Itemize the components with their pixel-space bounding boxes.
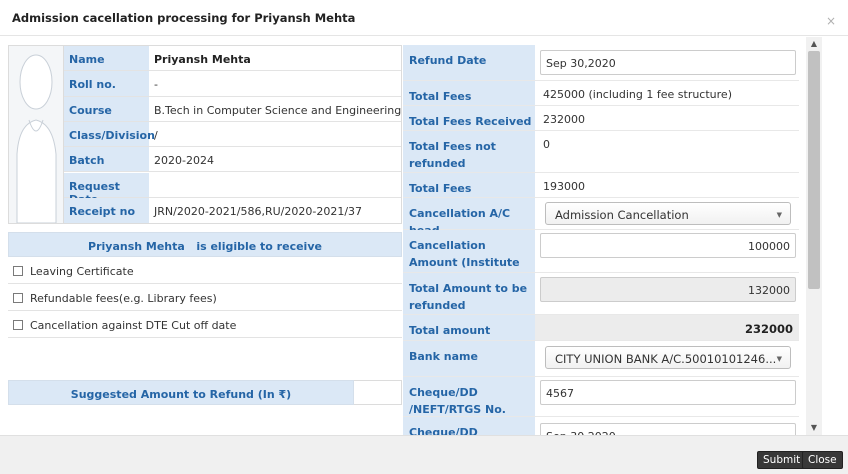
modal-header: Admission cacellation processing for Pri… (0, 0, 848, 36)
suggested-refund-label: Suggested Amount to Refund (In ₹) (8, 380, 354, 405)
total-fees-row: Total Fees 425000 (including 1 fee struc… (403, 81, 799, 106)
student-profile-table: Name Priyansh Mehta Roll no. - Course B.… (8, 45, 402, 224)
ac-head-selected: Admission Cancellation (555, 208, 689, 222)
receivable-value: 193000 (543, 180, 585, 193)
course-value: B.Tech in Computer Science and Engineeri… (154, 103, 401, 117)
eligibility-item-refundable-fees[interactable]: Refundable fees(e.g. Library fees) (8, 284, 402, 311)
profile-row-batch: Batch 2020-2024 (64, 147, 401, 173)
cheque-date-row: Cheque/DD Sep 30,2020 (403, 417, 799, 435)
suggested-refund-value (354, 380, 402, 405)
receipt-label: Receipt no (64, 197, 149, 224)
refund-date-row: Refund Date Sep 30,2020 (403, 45, 799, 81)
class-value: / (154, 128, 158, 142)
modal-body: Name Priyansh Mehta Roll no. - Course B.… (0, 37, 806, 435)
profile-row-name: Name Priyansh Mehta (64, 46, 401, 72)
leaving-certificate-checkbox[interactable] (13, 266, 23, 276)
total-amount-row: Total amount 232000 (403, 315, 799, 341)
eligibility-item-dte-cutoff[interactable]: Cancellation against DTE Cut off date (8, 311, 402, 338)
submit-button[interactable]: Submit (757, 451, 807, 469)
leaving-certificate-label: Leaving Certificate (30, 265, 134, 278)
eligibility-heading: Priyansh Mehta is eligible to receive (8, 232, 402, 257)
refund-date-label: Refund Date (403, 45, 535, 80)
not-refunded-label: Total Fees not refunded (403, 131, 535, 172)
profile-row-class: Class/Division / (64, 121, 401, 148)
cheque-no-input[interactable]: 4567 (540, 380, 796, 405)
caret-down-icon: ▼ (776, 211, 782, 219)
to-refund-row: Total Amount to be refunded 132000 (403, 273, 799, 315)
ac-head-select[interactable]: Admission Cancellation ▼ (545, 202, 791, 225)
cheque-date-input[interactable]: Sep 30,2020 (540, 423, 796, 435)
name-label: Name (64, 46, 149, 71)
cancel-amount-input[interactable]: 100000 (540, 233, 796, 258)
avatar (9, 46, 64, 224)
caret-down-icon: ▼ (776, 355, 782, 363)
scroll-thumb[interactable] (808, 51, 820, 289)
batch-label: Batch (64, 147, 149, 172)
total-fees-value: 425000 (including 1 fee structure) (543, 88, 732, 101)
total-amount-value: 232000 (535, 315, 799, 340)
receipt-value: JRN/2020-2021/586,RU/2020-2021/37 (154, 204, 363, 218)
request-date-value (149, 173, 401, 197)
eligibility-section: Priyansh Mehta is eligible to receive Le… (8, 232, 402, 340)
profile-row-roll: Roll no. - (64, 71, 401, 97)
arrow-down-icon[interactable]: ▼ (806, 421, 822, 435)
dte-cutoff-label: Cancellation against DTE Cut off date (30, 319, 237, 332)
to-refund-label: Total Amount to be refunded (403, 273, 535, 314)
roll-value: - (154, 78, 158, 92)
bank-selected: CITY UNION BANK A/C.50010101246... (555, 352, 777, 366)
total-received-label: Total Fees Received (403, 106, 535, 130)
eligibility-item-leaving-certificate[interactable]: Leaving Certificate (8, 257, 402, 284)
not-refunded-row: Total Fees not refunded 0 (403, 131, 799, 173)
profile-row-receipt: Receipt no JRN/2020-2021/586,RU/2020-202… (64, 197, 401, 224)
bank-select[interactable]: CITY UNION BANK A/C.50010101246... ▼ (545, 346, 791, 369)
receivable-label: Total Fees Receivable (403, 173, 535, 212)
modal-footer: Submit Close (0, 435, 848, 474)
modal-title: Admission cacellation processing for Pri… (12, 11, 356, 25)
refundable-fees-checkbox[interactable] (13, 293, 23, 303)
close-icon[interactable]: × (826, 15, 836, 27)
refundable-fees-label: Refundable fees(e.g. Library fees) (30, 292, 217, 305)
cheque-date-label: Cheque/DD (403, 417, 535, 435)
profile-row-request-date: Request Date (64, 172, 401, 206)
class-label: Class/Division (64, 121, 155, 147)
ac-head-label: Cancellation A/C head (403, 198, 535, 237)
total-amount-label: Total amount (403, 315, 535, 340)
cancel-amount-row: Cancellation Amount (Institute Recovery)… (403, 230, 799, 286)
total-received-row: Total Fees Received 232000 (403, 106, 799, 131)
profile-row-course: Course B.Tech in Computer Science and En… (64, 96, 401, 122)
total-fees-label: Total Fees (403, 81, 535, 105)
refund-date-input[interactable]: Sep 30,2020 (540, 50, 796, 75)
refund-details-table: Refund Date Sep 30,2020 Total Fees 42500… (403, 45, 799, 435)
cheque-no-label: Cheque/DD /NEFT/RTGS No. (403, 377, 535, 416)
close-button[interactable]: Close (802, 451, 843, 469)
suggested-refund: Suggested Amount to Refund (In ₹) (8, 380, 402, 405)
to-refund-input: 132000 (540, 277, 796, 302)
batch-value: 2020-2024 (154, 154, 214, 168)
ac-head-row: Cancellation A/C head Admission Cancella… (403, 198, 799, 237)
modal-scrollbar[interactable]: ▲ ▼ (806, 37, 822, 435)
total-received-value: 232000 (543, 113, 585, 126)
receivable-row: Total Fees Receivable 193000 (403, 173, 799, 212)
not-refunded-value: 0 (543, 138, 550, 151)
dte-cutoff-checkbox[interactable] (13, 320, 23, 330)
course-label: Course (64, 96, 149, 121)
arrow-up-icon[interactable]: ▲ (806, 37, 822, 51)
cheque-no-row: Cheque/DD /NEFT/RTGS No. 4567 (403, 377, 799, 417)
person-silhouette-icon (16, 54, 57, 224)
roll-label: Roll no. (64, 71, 149, 96)
cancel-amount-label: Cancellation Amount (Institute Recovery) (403, 230, 535, 286)
request-date-label: Request Date (64, 172, 149, 206)
name-value: Priyansh Mehta (154, 53, 251, 66)
bank-label: Bank name (403, 341, 535, 376)
bank-row: Bank name CITY UNION BANK A/C.5001010124… (403, 341, 799, 377)
